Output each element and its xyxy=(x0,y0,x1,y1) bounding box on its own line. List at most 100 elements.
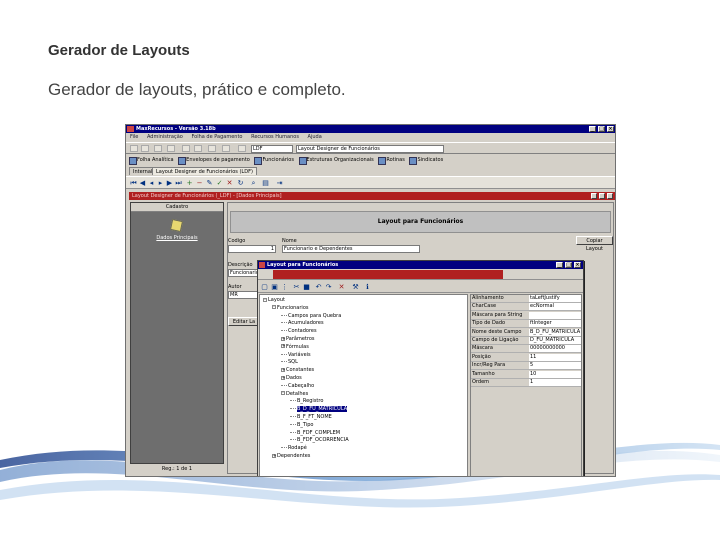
save-icon[interactable]: ■ xyxy=(303,283,310,291)
property-value[interactable]: 1 xyxy=(529,379,581,386)
exit-icon[interactable]: ⇥ xyxy=(276,179,283,187)
first-record-icon[interactable]: ⏮ xyxy=(130,179,137,187)
new-icon[interactable]: ▢ xyxy=(261,283,268,291)
info-icon[interactable]: ℹ xyxy=(364,283,371,291)
tree-node[interactable]: Cabeçalho xyxy=(281,383,314,390)
property-value[interactable]: ftInteger xyxy=(529,320,581,328)
undo-icon[interactable]: ↶ xyxy=(315,283,322,291)
dados-principais-link[interactable]: Dados Principais xyxy=(131,235,223,241)
codigo-input[interactable]: 1 xyxy=(228,245,276,253)
menu-administracao[interactable]: Administração xyxy=(147,134,183,140)
tree-node[interactable]: - Detalhes xyxy=(281,391,308,398)
menu-recursos-humanos[interactable]: Recursos Humanos xyxy=(251,134,299,140)
property-value[interactable]: taLeftJustify xyxy=(529,295,581,302)
people-icon[interactable] xyxy=(167,145,175,152)
property-row[interactable]: Alinhamento taLeftJustify xyxy=(471,295,581,303)
print-icon[interactable] xyxy=(208,145,216,152)
prev-page-icon[interactable]: ◀ xyxy=(139,179,146,187)
nav-sindicatos[interactable]: Sindicatos xyxy=(409,155,443,165)
next-record-icon[interactable]: ▸ xyxy=(157,179,164,187)
menu-ajuda[interactable]: Ajuda xyxy=(308,134,322,140)
sub-maximize-icon[interactable]: □ xyxy=(565,262,572,268)
nav-rotinas[interactable]: Rotinas xyxy=(378,155,405,165)
layout-tree[interactable]: - Layout - Funcionarios Campos para Quebra Ac… xyxy=(259,294,468,476)
last-record-icon[interactable]: ⏭ xyxy=(175,179,182,187)
expand-icon[interactable]: + xyxy=(281,344,285,349)
child-minimize-icon[interactable] xyxy=(591,193,597,199)
property-value[interactable]: 5 xyxy=(529,362,581,370)
nav-envelopes-pagamento[interactable]: Envelopes de pagamento xyxy=(178,155,250,165)
menu-file[interactable]: File xyxy=(130,134,138,140)
minimize-icon[interactable]: _ xyxy=(589,126,596,132)
open-icon[interactable]: ▣ xyxy=(271,283,278,291)
tree-node[interactable]: Contadores xyxy=(281,328,317,335)
tree-node[interactable]: SQL xyxy=(281,359,298,366)
list-icon[interactable] xyxy=(130,145,138,152)
print-preview-icon[interactable]: ▤ xyxy=(262,179,269,187)
collapse-icon[interactable]: - xyxy=(272,305,276,310)
tree-node[interactable]: +Dependentes xyxy=(272,453,310,460)
property-value[interactable]: B_D_FU_MATRICULA xyxy=(529,328,581,336)
copy-layout-button[interactable]: Copiar Layout xyxy=(576,236,613,252)
property-value[interactable]: 00000000000 xyxy=(529,345,581,353)
collapse-icon[interactable]: - xyxy=(281,391,285,396)
document-icon[interactable] xyxy=(154,145,162,152)
tree-node[interactable]: B_F_FT_NOME xyxy=(290,414,332,421)
property-value[interactable]: ecNormal xyxy=(529,303,581,311)
tree-node[interactable]: Acumuladores xyxy=(281,320,324,327)
cut-icon[interactable]: ✂ xyxy=(293,283,300,291)
property-value[interactable]: 10 xyxy=(529,370,581,378)
property-row[interactable]: Máscara 00000000000 xyxy=(471,345,581,354)
property-row[interactable]: Nome deste Campo B_D_FU_MATRICULA xyxy=(471,328,581,337)
tab-layout-designer[interactable]: Layout Designer de Funcionários (LDF) xyxy=(152,167,257,175)
tree-node[interactable]: B_Tipo xyxy=(290,422,313,429)
child-maximize-icon[interactable] xyxy=(599,193,605,199)
settings-icon[interactable] xyxy=(222,145,230,152)
next-page-icon[interactable]: ▶ xyxy=(166,179,173,187)
folder-icon[interactable] xyxy=(182,145,190,152)
prev-record-icon[interactable]: ◂ xyxy=(148,179,155,187)
property-value[interactable] xyxy=(529,311,581,319)
search-icon[interactable]: ⌕ xyxy=(250,179,257,187)
property-row[interactable]: Tamanho 10 xyxy=(471,370,581,379)
property-row[interactable]: Máscara para String xyxy=(471,311,581,320)
expand-icon[interactable]: + xyxy=(281,367,285,372)
edit-icon[interactable]: ✎ xyxy=(206,179,213,187)
code-field[interactable]: LDF xyxy=(251,145,293,153)
nav-funcionarios[interactable]: Funcionários xyxy=(254,155,294,165)
tree-node[interactable]: Rodapé xyxy=(281,445,307,452)
nome-input[interactable]: Funcionario e Dependentes xyxy=(282,245,420,253)
confirm-icon[interactable]: ✓ xyxy=(216,179,223,187)
property-row[interactable]: CharCase ecNormal xyxy=(471,303,581,312)
property-value[interactable]: D_FU_MATRICULA xyxy=(529,337,581,344)
refresh-icon[interactable]: ↻ xyxy=(237,179,244,187)
tree-node[interactable]: - Layout xyxy=(263,297,285,304)
name-field[interactable]: Layout Designer de Funcionários xyxy=(296,145,444,153)
tools-icon[interactable]: ⚒ xyxy=(352,283,359,291)
property-value[interactable]: 11 xyxy=(529,353,581,361)
child-close-icon[interactable] xyxy=(607,193,613,199)
tree-node[interactable]: - Funcionarios xyxy=(272,305,308,312)
nav-estruturas-organizacionais[interactable]: Estruturas Organizacionais xyxy=(298,155,374,165)
property-row[interactable]: Posição 11 xyxy=(471,353,581,362)
tree-icon[interactable]: ⋮ xyxy=(281,283,288,291)
property-row[interactable]: Tipo de Dado ftInteger xyxy=(471,320,581,329)
redo-icon[interactable]: ↷ xyxy=(325,283,332,291)
nav-folha-analitica[interactable]: Folha Analítica xyxy=(129,155,174,165)
tree-node[interactable]: +Parâmetros xyxy=(281,336,315,343)
menu-folha-pagamento[interactable]: Folha de Pagamento xyxy=(191,134,242,140)
tree-node[interactable]: B_FDF_COMPLEM xyxy=(290,430,340,437)
property-row[interactable]: Incr/Reg Para 5 xyxy=(471,362,581,371)
collapse-icon[interactable]: - xyxy=(263,297,267,302)
tree-node[interactable]: B_D_FU_MATRICULA xyxy=(290,406,348,413)
tree-node[interactable]: B_FDF_OCORRENCIA xyxy=(290,437,349,444)
sub-close-icon[interactable]: × xyxy=(574,262,581,268)
tree-node[interactable]: +Dados xyxy=(281,375,302,382)
delete-icon[interactable]: − xyxy=(196,179,203,187)
property-row[interactable]: Ordem 1 xyxy=(471,379,581,387)
tree-node[interactable]: +Fórmulas xyxy=(281,344,309,351)
cancel-icon[interactable]: ✕ xyxy=(226,179,233,187)
add-icon[interactable]: + xyxy=(186,179,193,187)
tree-node[interactable]: Campos para Quebra xyxy=(281,313,341,320)
calendar-icon[interactable] xyxy=(141,145,149,152)
